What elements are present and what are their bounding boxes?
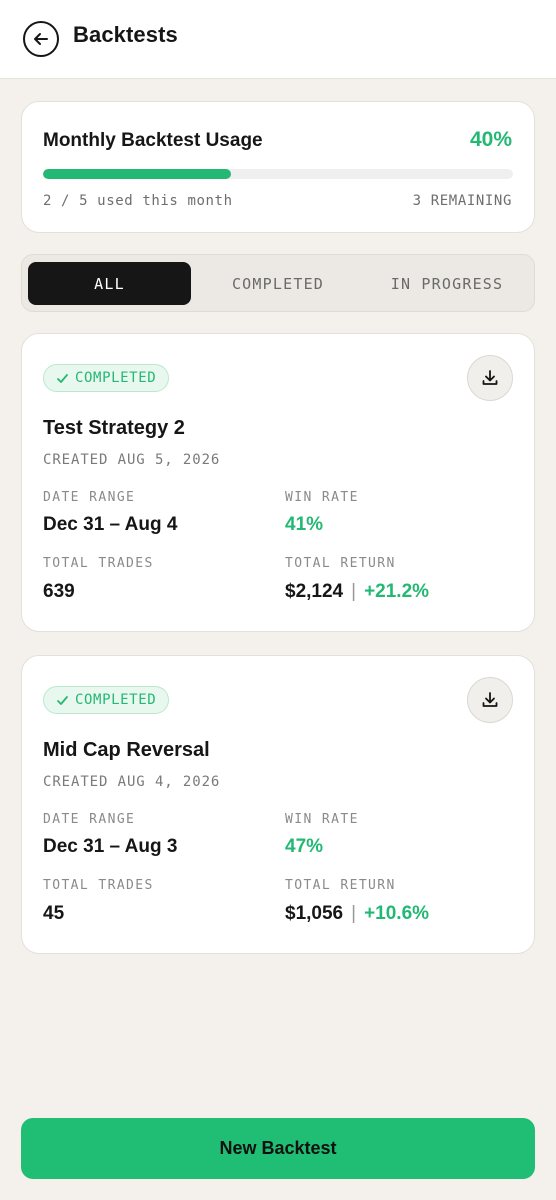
total-return-percent: +10.6% <box>364 903 430 924</box>
total-return-amount: $2,124 <box>285 581 344 602</box>
status-badge: COMPLETED <box>43 364 170 392</box>
usage-progress-fill <box>43 169 231 179</box>
backtest-created: CREATED AUG 4, 2026 <box>43 774 221 790</box>
check-icon <box>57 373 68 383</box>
win-rate-value: 47% <box>285 836 324 857</box>
backtest-name: Mid Cap Reversal <box>43 739 210 761</box>
total-return-label: TOTAL RETURN <box>285 556 396 571</box>
app-header: Backtests <box>0 0 556 79</box>
page-title: Backtests <box>73 22 178 47</box>
arrow-left-icon <box>34 33 48 45</box>
backtest-card[interactable]: COMPLETED Mid Cap Reversal CREATED AUG 4… <box>21 655 535 954</box>
back-button[interactable] <box>23 21 59 57</box>
total-return-label: TOTAL RETURN <box>285 878 396 893</box>
date-range-value: Dec 31 – Aug 4 <box>43 514 178 535</box>
usage-progress-bar <box>43 169 513 179</box>
usage-remaining-text: 3 REMAINING <box>412 193 512 209</box>
backtest-name: Test Strategy 2 <box>43 417 185 439</box>
new-backtest-button[interactable]: New Backtest <box>21 1118 535 1179</box>
total-return-amount: $1,056 <box>285 903 344 924</box>
date-range-label: DATE RANGE <box>43 490 136 505</box>
tab-in-progress[interactable]: IN PROGRESS <box>364 262 530 305</box>
date-range-label: DATE RANGE <box>43 812 136 827</box>
win-rate-label: WIN RATE <box>285 490 359 505</box>
usage-title: Monthly Backtest Usage <box>43 130 263 151</box>
tab-all[interactable]: ALL <box>28 262 191 305</box>
win-rate-label: WIN RATE <box>285 812 359 827</box>
total-trades-label: TOTAL TRADES <box>43 878 154 893</box>
download-button[interactable] <box>467 355 513 401</box>
backtest-created: CREATED AUG 5, 2026 <box>43 452 221 468</box>
status-label: COMPLETED <box>75 692 157 708</box>
tab-completed[interactable]: COMPLETED <box>196 262 360 305</box>
backtest-card[interactable]: COMPLETED Test Strategy 2 CREATED AUG 5,… <box>21 333 535 632</box>
total-trades-value: 639 <box>43 581 75 602</box>
download-button[interactable] <box>467 677 513 723</box>
total-return-value: $2,124 | +21.2% <box>285 581 429 603</box>
win-rate-value: 41% <box>285 514 324 535</box>
status-badge: COMPLETED <box>43 686 170 714</box>
usage-percent: 40% <box>469 128 512 151</box>
total-return-percent: +21.2% <box>364 581 430 602</box>
status-label: COMPLETED <box>75 370 157 386</box>
total-return-separator: | <box>351 903 357 924</box>
usage-used-text: 2 / 5 used this month <box>43 193 233 209</box>
download-icon <box>482 692 498 707</box>
usage-card: Monthly Backtest Usage 40% 2 / 5 used th… <box>21 101 535 233</box>
total-return-separator: | <box>351 581 357 602</box>
filter-tabs: ALL COMPLETED IN PROGRESS <box>21 254 535 312</box>
total-return-value: $1,056 | +10.6% <box>285 903 429 925</box>
download-icon <box>482 370 498 385</box>
check-icon <box>57 695 68 705</box>
total-trades-value: 45 <box>43 903 65 924</box>
date-range-value: Dec 31 – Aug 3 <box>43 836 178 857</box>
total-trades-label: TOTAL TRADES <box>43 556 154 571</box>
